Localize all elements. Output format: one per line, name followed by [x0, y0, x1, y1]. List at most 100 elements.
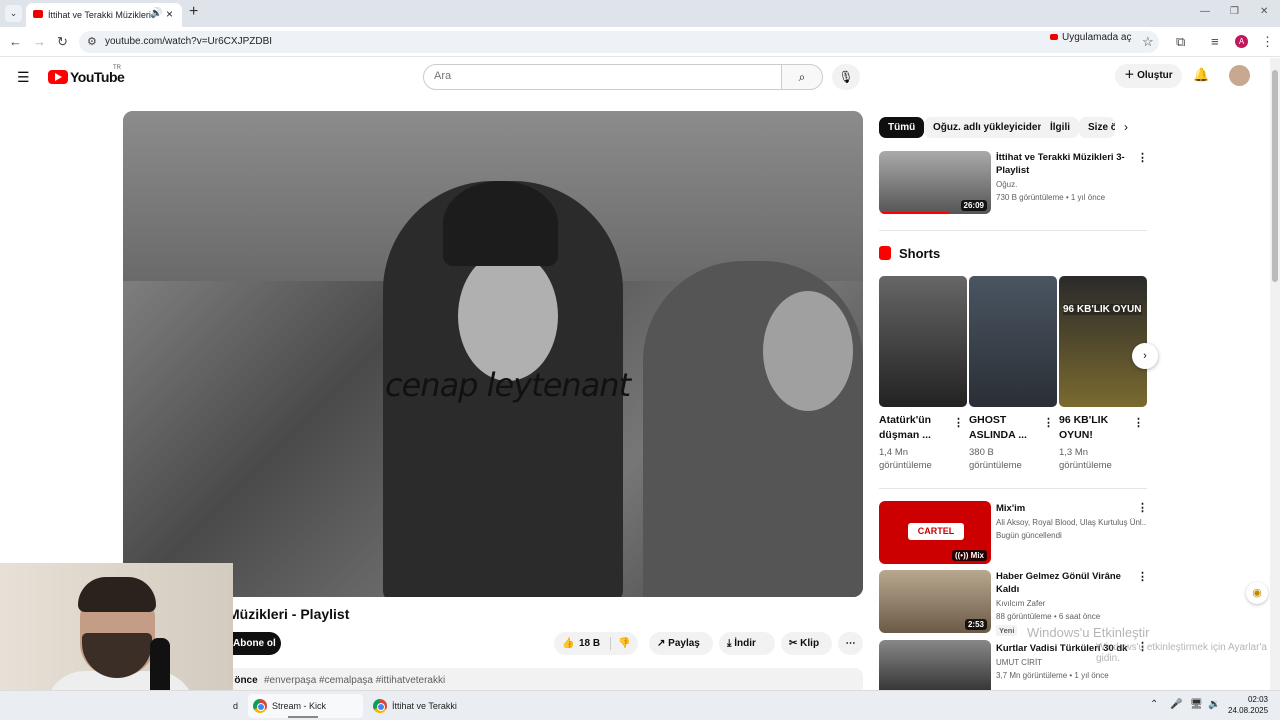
tray-microphone-icon[interactable]: 🎤	[1170, 699, 1182, 710]
reload-icon[interactable]: ↻	[57, 34, 68, 50]
more-vertical-icon[interactable]: ⋮	[1133, 416, 1144, 429]
chrome-icon	[373, 699, 387, 713]
download-label: İndir	[734, 638, 756, 649]
speaker-icon[interactable]: 🔊	[150, 8, 162, 19]
taskbar-item[interactable]: d	[233, 694, 245, 718]
back-icon[interactable]: ←	[9, 34, 22, 49]
more-vertical-icon[interactable]: ⋮	[953, 416, 964, 429]
clip-button[interactable]: ✂ Klip	[781, 632, 832, 655]
more-vertical-icon[interactable]: ⋮	[1137, 501, 1148, 514]
url-text[interactable]: youtube.com/watch?v=Ur6CXJPZDBI	[105, 36, 272, 47]
open-in-app-label: Uygulamada aç	[1062, 32, 1132, 43]
share-button[interactable]: ↗ Paylaş	[649, 632, 713, 655]
more-vertical-icon[interactable]: ⋮	[1137, 151, 1148, 164]
browser-tab[interactable]: İttihat ve Terakki Müzikleri 🔊 ×	[26, 3, 182, 27]
video-thumbnail[interactable]: 26:09	[879, 151, 991, 214]
tray-chevron-up-icon[interactable]: ⌃	[1150, 699, 1158, 710]
rec-title[interactable]: Haber Gelmez Gönül Virâne Kaldı	[996, 570, 1134, 596]
video-thumbnail[interactable]: CARTEL ((•)) Mix	[879, 501, 991, 564]
more-horizontal-icon: ⋯	[845, 638, 856, 649]
more-vertical-icon[interactable]: ⋮	[1137, 570, 1148, 583]
clock-date: 24.08.2025	[1228, 706, 1269, 715]
window-close-icon[interactable]: ✕	[1260, 6, 1268, 17]
search-box[interactable]	[423, 64, 783, 90]
taskbar-item-stream[interactable]: Stream - Kick Dashboard	[248, 694, 363, 718]
like-count[interactable]: 18 B	[579, 632, 600, 655]
youtube-header: ☰ YouTube TR ⌕ 🎙 ＋ Oluştur 🔔	[0, 58, 1270, 96]
short-item[interactable]: 96 KB'LIK OYUN 96 KB'LIK OYUN! 1,3 Mn gö…	[1059, 276, 1147, 471]
mix-label: Mix	[970, 551, 984, 560]
address-bar-row: ← → ↻ ⚙ youtube.com/watch?v=Ur6CXJPZDBI …	[0, 27, 1280, 57]
short-thumbnail[interactable]	[969, 276, 1057, 407]
chip-all[interactable]: Tümü	[879, 117, 925, 138]
scissors-icon: ✂	[789, 638, 801, 649]
webcam-person-hair	[78, 577, 156, 612]
close-tab-icon[interactable]: ×	[166, 7, 173, 21]
rec-channel[interactable]: Kıvılcım Zafer	[996, 599, 1146, 608]
short-title[interactable]: Atatürk'ün düşman ...	[879, 413, 949, 443]
rec-channel[interactable]: Ali Aksoy, Royal Blood, Ulaş Kurtuluş Ün…	[996, 518, 1146, 527]
profile-avatar[interactable]: A	[1235, 35, 1248, 48]
page-scrollbar[interactable]	[1270, 58, 1280, 690]
video-figure-center-face	[458, 251, 558, 381]
extensions-icon[interactable]: ⧉	[1176, 34, 1185, 50]
dislike-icon[interactable]: 👎	[618, 632, 630, 655]
chip-for-you[interactable]: Size ö	[1079, 117, 1115, 138]
reading-list-icon[interactable]: ≡	[1211, 34, 1219, 49]
tray-network-icon[interactable]: 🖥	[1190, 699, 1203, 710]
restore-icon[interactable]: ❐	[1230, 6, 1239, 17]
create-button[interactable]: ＋ Oluştur	[1115, 64, 1182, 88]
short-item[interactable]: GHOST ASLINDA ... 380 B görüntüleme ⋮	[969, 276, 1057, 471]
subscribe-button[interactable]: Abone ol	[226, 632, 281, 655]
minimize-icon[interactable]: —	[1200, 6, 1210, 17]
more-vertical-icon[interactable]: ⋮	[1043, 416, 1054, 429]
video-figure-right-face	[763, 291, 853, 411]
chip-from-uploader[interactable]: Oğuz. adlı yükleyiciden	[924, 117, 1053, 138]
like-divider	[610, 637, 611, 650]
download-button[interactable]: ⤓ İndir	[719, 632, 775, 655]
rec-channel[interactable]: Oğuz.	[996, 180, 1146, 189]
open-in-app-button[interactable]: Uygulamada aç	[1050, 32, 1131, 43]
video-figure-center-hat	[443, 181, 558, 266]
forward-icon[interactable]: →	[33, 34, 46, 49]
chip-related[interactable]: İlgili	[1041, 117, 1079, 138]
short-title[interactable]: GHOST ASLINDA ...	[969, 413, 1039, 443]
account-avatar[interactable]	[1229, 65, 1250, 86]
omnibox[interactable]: ⚙ youtube.com/watch?v=Ur6CXJPZDBI	[79, 31, 1159, 53]
new-tab-button[interactable]: +	[189, 3, 198, 21]
video-player[interactable]: cenap leytenant	[123, 111, 863, 597]
hamburger-menu-icon[interactable]: ☰	[17, 69, 30, 86]
rec-title[interactable]: Mix'im	[996, 502, 1134, 515]
voice-search-button[interactable]: 🎙	[832, 64, 860, 90]
search-button[interactable]: ⌕	[781, 64, 823, 90]
bookmark-star-icon[interactable]: ☆	[1142, 34, 1154, 50]
scrollbar-thumb[interactable]	[1272, 70, 1278, 282]
rec-title[interactable]: İttihat ve Terakki Müzikleri 3- Playlist	[996, 151, 1134, 177]
recommended-video[interactable]: 26:09 İttihat ve Terakki Müzikleri 3- Pl…	[879, 151, 1149, 215]
notifications-bell-icon[interactable]: 🔔	[1193, 67, 1209, 83]
more-actions-button[interactable]: ⋯	[838, 632, 863, 655]
search-input[interactable]	[434, 70, 764, 82]
short-item[interactable]: Atatürk'ün düşman ... 1,4 Mn görüntüleme…	[879, 276, 967, 471]
taskbar-item-youtube[interactable]: İttihat ve Terakki Müzikl	[368, 694, 483, 718]
windows-activation-subtitle: Windows'u etkinleştirmek için Ayarlar'a …	[1096, 642, 1267, 664]
tab-list-button[interactable]: ⌄	[5, 5, 22, 22]
site-info-icon[interactable]: ⚙	[87, 35, 97, 48]
section-divider	[879, 230, 1147, 231]
browser-menu-icon[interactable]: ⋮	[1261, 34, 1274, 50]
assistant-floating-icon[interactable]: ◉	[1246, 582, 1268, 604]
shorts-next-button[interactable]: ›	[1132, 343, 1158, 369]
system-clock[interactable]: 02:03 24.08.2025	[1228, 694, 1268, 716]
short-thumbnail[interactable]: 96 KB'LIK OYUN	[1059, 276, 1147, 407]
video-thumbnail[interactable]: 2:53	[879, 570, 991, 633]
like-icon[interactable]: 👍	[562, 632, 574, 655]
short-views: 380 B görüntüleme	[969, 447, 1022, 471]
short-thumbnail[interactable]	[879, 276, 967, 407]
recommended-mix[interactable]: CARTEL ((•)) Mix Mix'im Ali Aksoy, Royal…	[879, 501, 1149, 565]
short-title[interactable]: 96 KB'LIK OYUN!	[1059, 413, 1129, 443]
description-hashtags[interactable]: #enverpaşa #cemalpaşa #ittihatveterakki	[264, 675, 445, 686]
tray-volume-icon[interactable]: 🔉	[1208, 699, 1220, 710]
chevron-right-icon[interactable]: ›	[1124, 120, 1128, 134]
rec-meta: 88 görüntüleme • 6 saat önce	[996, 612, 1101, 621]
clip-label: Klip	[800, 638, 820, 649]
